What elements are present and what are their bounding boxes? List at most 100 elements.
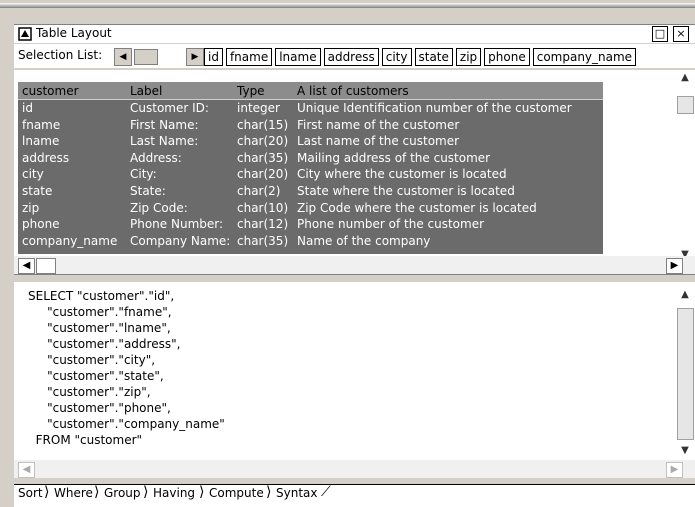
selection-chip-id[interactable]: id <box>204 48 223 66</box>
table-row[interactable]: lname Last Name: char(20) Last name of the … <box>18 134 603 150</box>
column-type: char(2) <box>237 184 281 198</box>
table-row[interactable]: phone Phone Number: char(12) Phone number o… <box>18 217 603 233</box>
column-name: phone <box>22 217 60 232</box>
selection-chip-fname[interactable]: fname <box>225 48 273 66</box>
tab-separator: ⟩ <box>143 484 149 500</box>
column-label: City: <box>130 167 157 182</box>
header-description: A list of customers <box>297 84 409 98</box>
close-button[interactable]: × <box>673 26 689 42</box>
selection-chip-phone[interactable]: phone <box>484 48 530 66</box>
column-label: State: <box>130 184 166 198</box>
grid-horizontal-scrollbar[interactable]: ◀ ▶ <box>14 256 695 274</box>
tab-separator: ⟋ <box>321 484 331 500</box>
column-name: fname <box>22 117 61 132</box>
column-description: Mailing address of the customer <box>297 150 491 165</box>
column-type: char(20) <box>237 167 289 182</box>
tab-separator: ⟩ <box>44 484 50 500</box>
window-title: Table Layout <box>36 26 112 40</box>
table-row[interactable]: state State: char(2) State where the custom… <box>18 184 603 200</box>
table-layout-icon <box>18 27 32 41</box>
parent-title-bar <box>0 3 695 8</box>
selection-chip-city[interactable]: city <box>381 48 412 66</box>
table-row[interactable]: city City: char(20) City where the customer… <box>18 167 603 183</box>
scroll-right-icon[interactable]: ▶ <box>186 48 204 66</box>
tab-compute[interactable]: Compute <box>209 486 264 500</box>
horizontal-scroll-thumb[interactable] <box>36 258 56 274</box>
scroll-left-icon[interactable]: ◀ <box>18 258 35 274</box>
table-layout-grid-pane: customer Label Type A list of customers … <box>14 70 676 266</box>
column-description: Zip Code where the customer is located <box>297 200 537 215</box>
grid-vertical-scrollbar[interactable]: ▲ ▼ <box>676 70 695 266</box>
column-type: char(15) <box>237 117 289 132</box>
table-row[interactable]: id Customer ID: integer Unique Identificati… <box>18 101 603 117</box>
sql-text: SELECT "customer"."id", "customer"."fnam… <box>28 289 225 447</box>
column-label: Phone Number: <box>130 217 224 232</box>
restore-button[interactable]: □ <box>652 26 668 42</box>
column-label: Zip Code: <box>130 200 188 215</box>
selected-columns: id fname lname address city state zip phone comp… <box>204 48 637 66</box>
tab-group[interactable]: Group <box>104 486 141 500</box>
tab-separator: ⟩ <box>266 484 272 500</box>
table-row[interactable]: address Address: char(35) Mailing address o… <box>18 151 603 167</box>
scroll-right-icon[interactable]: ▶ <box>666 462 683 478</box>
sql-horizontal-scrollbar[interactable]: ◀ ▶ <box>14 460 695 478</box>
selection-scrollbar[interactable]: ◀ ▶ <box>114 48 204 66</box>
column-description: First name of the customer <box>297 117 460 132</box>
column-type: char(10) <box>237 200 289 215</box>
selection-list-label: Selection List: <box>18 48 103 62</box>
scroll-left-icon[interactable]: ◀ <box>18 462 35 478</box>
table-row[interactable]: fname First Name: char(15) First name of th… <box>18 118 603 134</box>
column-type: char(35) <box>237 233 289 248</box>
header-divider <box>18 99 603 100</box>
selection-chip-lname[interactable]: lname <box>275 48 321 66</box>
column-grid: customer Label Type A list of customers … <box>18 82 603 254</box>
column-label: Customer ID: <box>130 101 209 115</box>
column-description: State where the customer is located <box>297 184 515 198</box>
scroll-right-icon[interactable]: ▶ <box>666 258 683 274</box>
selection-chip-zip[interactable]: zip <box>455 48 482 66</box>
scroll-left-icon[interactable]: ◀ <box>114 48 132 66</box>
scroll-thumb[interactable] <box>134 49 158 65</box>
column-type: integer <box>237 101 280 115</box>
column-name: zip <box>22 200 40 215</box>
column-name: state <box>22 184 53 198</box>
selection-chip-state[interactable]: state <box>414 48 453 66</box>
header-label: Label <box>130 84 163 98</box>
column-label: First Name: <box>130 117 199 132</box>
column-name: company_name <box>22 233 118 248</box>
selection-list-row: Selection List: ◀ ▶ id fname lname address c… <box>14 44 695 68</box>
table-row[interactable]: zip Zip Code: char(10) Zip Code where the c… <box>18 201 603 217</box>
column-type: char(35) <box>237 150 289 165</box>
column-description: Unique Identification number of the cust… <box>297 101 572 115</box>
table-layout-titlebar: Table Layout □ × <box>14 24 695 43</box>
scroll-up-icon[interactable]: ▲ <box>678 71 692 85</box>
parent-window-strip <box>0 0 695 14</box>
column-description: Last name of the customer <box>297 134 460 149</box>
column-name: address <box>22 150 70 165</box>
grid-header: customer Label Type A list of customers <box>18 82 603 99</box>
tab-separator: ⟩ <box>94 484 100 500</box>
scroll-down-icon[interactable]: ▼ <box>678 444 692 458</box>
header-customer: customer <box>22 84 79 98</box>
header-type: Type <box>237 84 265 98</box>
sql-vertical-scrollbar[interactable]: ▲ ▼ <box>676 282 695 460</box>
tab-syntax[interactable]: Syntax <box>276 486 317 500</box>
sql-syntax-pane: SELECT "customer"."id", "customer"."fnam… <box>14 282 676 460</box>
tab-separator: ⟩ <box>199 484 205 500</box>
column-label: Address: <box>130 150 182 165</box>
table-row[interactable]: company_name Company Name: char(35) Name of… <box>18 234 603 250</box>
painter-tabs: Sort ⟩ Where ⟩ Group ⟩ Having ⟩ Compute … <box>14 484 695 507</box>
column-type: char(20) <box>237 134 289 149</box>
vertical-scroll-thumb[interactable] <box>677 96 694 114</box>
tab-sort[interactable]: Sort <box>18 486 43 500</box>
column-description: City where the customer is located <box>297 167 507 182</box>
selection-chip-address[interactable]: address <box>323 48 379 66</box>
column-name: city <box>22 167 44 182</box>
scroll-up-icon[interactable]: ▲ <box>678 288 692 302</box>
column-description: Name of the company <box>297 233 431 248</box>
tab-where[interactable]: Where <box>54 486 93 500</box>
vertical-scroll-thumb[interactable] <box>677 308 694 440</box>
column-name: id <box>22 101 33 115</box>
selection-chip-company-name[interactable]: company_name <box>532 48 637 66</box>
tab-having[interactable]: Having <box>153 486 195 500</box>
